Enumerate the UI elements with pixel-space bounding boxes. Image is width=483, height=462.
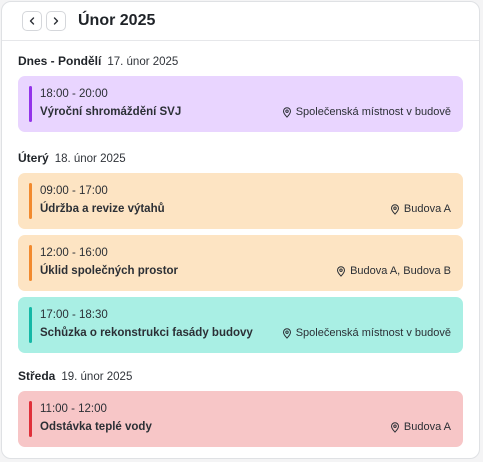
prev-month-button[interactable]	[22, 11, 42, 31]
event-color-bar	[29, 307, 32, 343]
event-card[interactable]: 17:00 - 18:30 Schůzka o rekonstrukci fas…	[18, 297, 463, 353]
event-time: 09:00 - 17:00	[40, 185, 108, 197]
event-location-text: Společenská místnost v budově	[295, 106, 451, 118]
event-color-bar	[29, 245, 32, 281]
event-card[interactable]: 11:00 - 12:00 Odstávka teplé vody Budova…	[18, 391, 463, 447]
event-title: Úklid společných prostor	[40, 265, 179, 277]
month-title: Únor 2025	[78, 12, 156, 29]
event-card[interactable]: 09:00 - 17:00 Údržba a revize výtahů Bud…	[18, 173, 463, 229]
event-time: 17:00 - 18:30	[40, 309, 108, 321]
event-time: 12:00 - 16:00	[40, 247, 108, 259]
event-location-text: Budova A	[403, 421, 451, 433]
event-location-text: Budova A, Budova B	[350, 265, 451, 277]
day-heading: Dnes - Pondělí 17. únor 2025	[18, 54, 463, 71]
next-month-button[interactable]	[46, 11, 66, 31]
day-heading: Úterý 18. únor 2025	[18, 151, 463, 168]
location-pin-icon	[282, 106, 291, 118]
agenda-list: Dnes - Pondělí 17. únor 2025 18:00 - 20:…	[2, 54, 479, 447]
location-pin-icon	[282, 327, 291, 339]
day-name: Středa	[18, 369, 56, 383]
event-location: Společenská místnost v budově	[282, 106, 451, 118]
event-time: 11:00 - 12:00	[40, 403, 107, 415]
day-date: 18. únor 2025	[54, 153, 126, 165]
day-heading: Středa 19. únor 2025	[18, 369, 463, 386]
location-pin-icon	[390, 203, 399, 215]
event-location: Společenská místnost v budově	[282, 327, 451, 339]
event-location: Budova A	[390, 421, 451, 433]
event-card[interactable]: 18:00 - 20:00 Výroční shromáždění SVJ Sp…	[18, 76, 463, 132]
event-title: Odstávka teplé vody	[40, 421, 152, 433]
event-color-bar	[29, 401, 32, 437]
event-location-text: Budova A	[403, 203, 451, 215]
calendar-header: Únor 2025	[2, 2, 479, 41]
event-color-bar	[29, 183, 32, 219]
event-location: Budova A	[390, 203, 451, 215]
chevron-left-icon	[29, 17, 35, 25]
location-pin-icon	[390, 421, 399, 433]
location-pin-icon	[337, 265, 346, 277]
day-date: 19. únor 2025	[61, 371, 133, 383]
event-title: Údržba a revize výtahů	[40, 203, 165, 215]
chevron-right-icon	[53, 17, 59, 25]
day-date: 17. únor 2025	[107, 56, 179, 68]
event-color-bar	[29, 86, 32, 122]
event-time: 18:00 - 20:00	[40, 88, 108, 100]
event-location: Budova A, Budova B	[336, 265, 451, 277]
event-title: Výroční shromáždění SVJ	[40, 106, 182, 118]
day-name: Úterý	[18, 151, 49, 165]
event-card[interactable]: 12:00 - 16:00 Úklid společných prostor B…	[18, 235, 463, 291]
event-location-text: Společenská místnost v budově	[295, 327, 451, 339]
day-name: Dnes - Pondělí	[18, 54, 102, 68]
calendar-card: Únor 2025 Dnes - Pondělí 17. únor 2025 1…	[1, 1, 480, 459]
event-title: Schůzka o rekonstrukci fasády budovy	[40, 327, 253, 339]
